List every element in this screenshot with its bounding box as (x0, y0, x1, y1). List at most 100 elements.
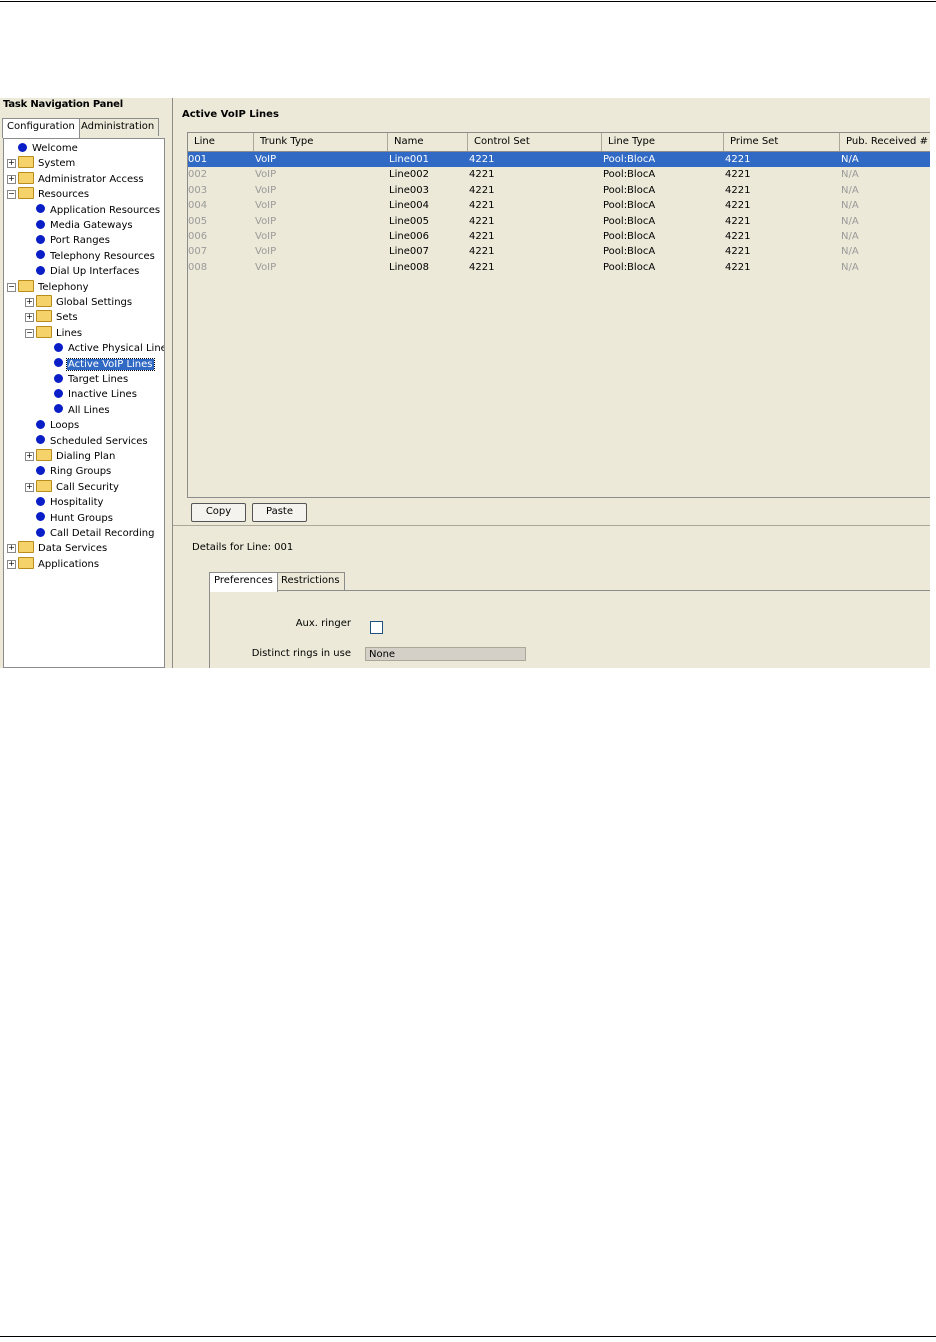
table-cell: VoIP (255, 215, 277, 227)
column-header[interactable]: Name (388, 133, 468, 151)
expand-toggle-icon[interactable]: − (7, 282, 16, 292)
leaf-bullet-icon (36, 265, 45, 275)
table-cell: 4221 (725, 169, 751, 181)
expand-toggle-icon[interactable]: + (7, 544, 16, 554)
navigation-tree: Welcome + System + Administrator Access − Reso… (3, 138, 165, 668)
table-row[interactable]: 007 VoIP Line007 4221 Pool:BlocA 4221 N/A (188, 244, 930, 259)
expand-toggle-icon[interactable]: + (25, 298, 34, 307)
expand-toggle-icon[interactable]: + (25, 452, 34, 461)
tree-item[interactable]: Loops (36, 418, 80, 433)
tree-item[interactable]: All Lines (54, 403, 111, 418)
expand-toggle-icon[interactable]: − (7, 190, 16, 200)
tree-item-label: Media Gateways (50, 220, 133, 231)
tree-item[interactable]: + Global Settings (25, 295, 133, 310)
tree-item-label: Welcome (32, 143, 78, 154)
tree-item[interactable]: − Telephony (7, 279, 90, 295)
column-header[interactable]: Prime Set (724, 133, 840, 151)
expand-toggle-icon[interactable]: + (25, 313, 34, 323)
tree-item[interactable]: Hospitality (36, 495, 104, 510)
table-cell: 005 (188, 215, 208, 227)
table-cell: 4221 (469, 261, 495, 273)
table-cell: 4221 (725, 184, 751, 196)
column-header[interactable]: Pub. Received # (840, 133, 930, 151)
leaf-bullet-icon (18, 142, 27, 152)
table-cell: Pool:BlocA (603, 200, 656, 212)
tree-item[interactable]: Active Physical Lines (54, 341, 164, 356)
tree-item[interactable]: + Administrator Access (7, 171, 145, 187)
tree-item[interactable]: + Call Security (25, 479, 120, 495)
table-row[interactable]: 002 VoIP Line002 4221 Pool:BlocA 4221 N/A (188, 167, 930, 182)
column-header[interactable]: Trunk Type (254, 133, 388, 151)
tree-item[interactable]: Application Resources (36, 203, 161, 218)
column-header[interactable]: Control Set (468, 133, 602, 151)
table-cell: N/A (841, 215, 859, 227)
tree-item[interactable]: + Data Services (7, 541, 108, 556)
expand-toggle-icon[interactable]: + (7, 159, 16, 169)
tab-configuration[interactable]: Configuration (2, 118, 80, 138)
tree-item[interactable]: Call Detail Recording (36, 526, 156, 541)
leaf-bullet-icon (36, 496, 45, 506)
table-row[interactable]: 005 VoIP Line005 4221 Pool:BlocA 4221 N/A (188, 214, 930, 229)
column-header[interactable]: Line (188, 133, 254, 151)
leaf-bullet-icon (36, 527, 45, 537)
tree-item-label: Data Services (38, 543, 108, 555)
tree-item[interactable]: Welcome (18, 141, 79, 156)
folder-icon (18, 156, 34, 169)
tree-item[interactable]: − Lines (25, 325, 83, 341)
table-cell: VoIP (255, 261, 277, 273)
table-row[interactable]: 003 VoIP Line003 4221 Pool:BlocA 4221 N/A (188, 183, 930, 198)
tree-item-label: Application Resources (50, 204, 161, 216)
tree-item[interactable]: Telephony Resources (36, 249, 156, 264)
table-row[interactable]: 001 VoIP Line001 4221 Pool:BlocA 4221 N/A (188, 152, 930, 168)
tree-item[interactable]: + Sets (25, 310, 79, 325)
tree-item[interactable]: − Resources (7, 187, 90, 202)
expand-toggle-icon[interactable]: + (7, 559, 16, 569)
tree-item[interactable]: Dial Up Interfaces (36, 264, 140, 279)
table-cell: VoIP (255, 169, 277, 181)
paste-button[interactable]: Paste (252, 503, 307, 522)
table-cell: 4221 (725, 246, 751, 258)
tree-item[interactable]: Active VoIP Lines (54, 357, 155, 372)
table-row[interactable]: 006 VoIP Line006 4221 Pool:BlocA 4221 N/A (188, 229, 930, 244)
table-cell: 4221 (469, 215, 495, 227)
main-panel: Active VoIP Lines Line Trunk Type Name Cont… (172, 98, 930, 668)
tree-item-label: Administrator Access (38, 173, 144, 185)
tree-item[interactable]: + Dialing Plan (25, 449, 116, 464)
table-cell: 4221 (725, 200, 751, 212)
distinct-rings-field[interactable]: None (365, 647, 526, 661)
expand-toggle-icon[interactable]: − (25, 328, 34, 338)
table-cell: 008 (188, 261, 208, 273)
tree-item[interactable]: Ring Groups (36, 464, 112, 479)
tab-restrictions[interactable]: Restrictions (276, 572, 345, 590)
tree-item[interactable]: Port Ranges (36, 233, 111, 248)
table-cell: Line007 (389, 246, 429, 258)
tree-item-label: System (38, 158, 76, 170)
leaf-bullet-icon (36, 512, 45, 522)
page-top-rule (0, 1, 936, 2)
tab-administration[interactable]: Administration (76, 118, 160, 136)
folder-icon (36, 479, 52, 492)
tree-item[interactable]: + System (7, 156, 76, 171)
tab-preferences[interactable]: Preferences (209, 572, 278, 592)
leaf-bullet-icon (36, 250, 45, 260)
column-header[interactable]: Line Type (602, 133, 724, 151)
tree-item[interactable]: Inactive Lines (54, 387, 138, 402)
expand-toggle-icon[interactable]: + (25, 482, 34, 492)
page-bottom-rule (0, 1336, 936, 1337)
table-cell: 4221 (469, 169, 495, 181)
table-cell: 002 (188, 169, 208, 181)
splitter-handle[interactable] (173, 525, 930, 529)
table-cell: VoIP (255, 154, 277, 165)
expand-toggle-icon[interactable]: + (7, 174, 16, 184)
tree-item[interactable]: Scheduled Services (36, 434, 149, 449)
leaf-bullet-icon (54, 342, 63, 352)
tree-item[interactable]: Hunt Groups (36, 511, 114, 526)
table-row[interactable]: 004 VoIP Line004 4221 Pool:BlocA 4221 N/A (188, 198, 930, 213)
tree-item[interactable]: Target Lines (54, 372, 129, 387)
tree-item[interactable]: + Applications (7, 556, 100, 572)
tree-item[interactable]: Media Gateways (36, 218, 134, 233)
copy-button[interactable]: Copy (191, 503, 246, 522)
aux-ringer-checkbox[interactable] (370, 621, 383, 634)
table-header: Line Trunk Type Name Control Set Line Type Pr… (188, 133, 930, 152)
table-row[interactable]: 008 VoIP Line008 4221 Pool:BlocA 4221 N/A (188, 260, 930, 275)
